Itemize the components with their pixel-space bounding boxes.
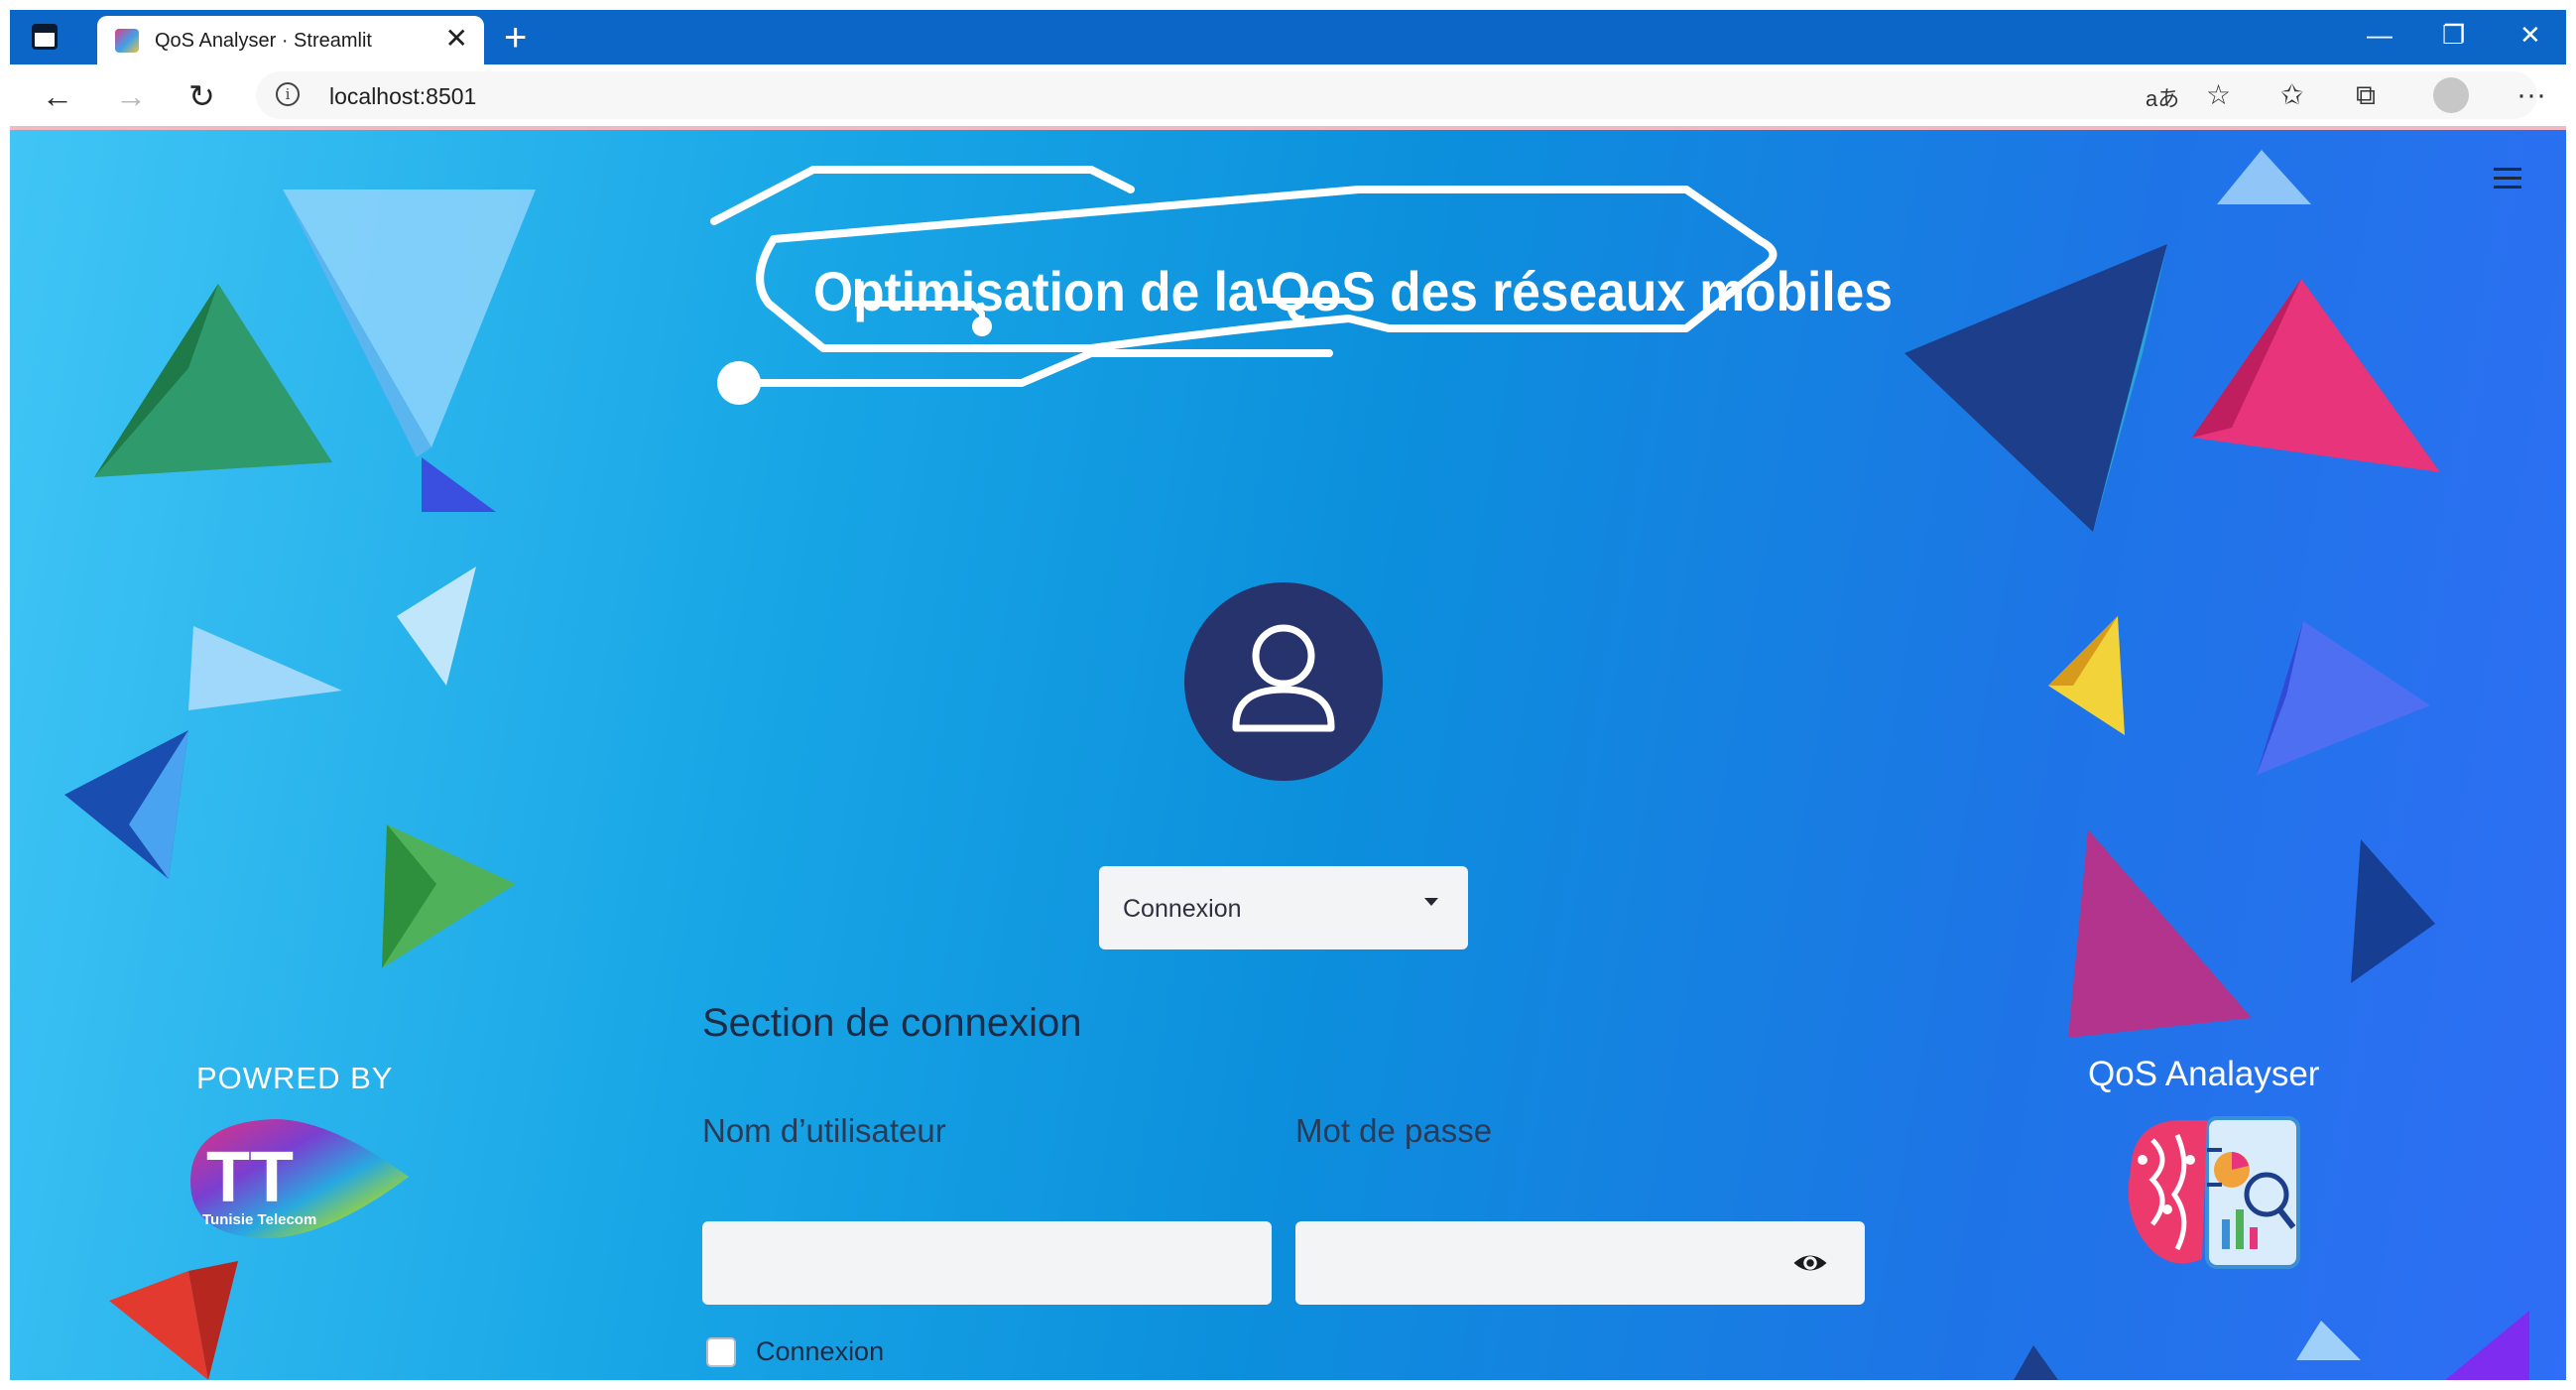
maximize-button[interactable]: ❐ (2442, 20, 2465, 50)
tunisie-telecom-logo: TT Tunisie Telecom (190, 1119, 409, 1238)
minimize-button[interactable]: — (2367, 20, 2392, 50)
app-title: Optimisation de la QoS des réseaux mobil… (813, 260, 1893, 322)
mode-select[interactable]: Connexion (1099, 866, 1468, 949)
site-info-icon[interactable]: i (276, 82, 300, 106)
chevron-down-icon (1424, 898, 1438, 906)
login-checkbox-label[interactable]: Connexion (756, 1336, 884, 1367)
url-text[interactable]: localhost:8501 (329, 83, 476, 110)
back-button[interactable]: ← (42, 78, 73, 114)
more-options-icon[interactable]: ··· (2516, 79, 2546, 111)
streamlit-favicon-icon (115, 29, 139, 53)
collections-icon[interactable]: ⧉ (2356, 79, 2376, 111)
password-label: Mot de passe (1295, 1112, 1493, 1149)
powered-by-label: POWRED BY (196, 1061, 394, 1095)
tab-bar: QoS Analyser · Streamlit ✕ + — ❐ ✕ (10, 10, 2566, 64)
app-name-label: QoS Analayser (2088, 1055, 2320, 1093)
show-password-icon[interactable] (1792, 1245, 1828, 1281)
address-bar[interactable]: i localhost:8501 aあ ☆ ✩ ⧉ ··· (256, 71, 2546, 119)
user-avatar-icon (1184, 582, 1383, 781)
reload-button[interactable]: ↻ (188, 78, 215, 114)
browser-tab[interactable]: QoS Analyser · Streamlit ✕ (97, 16, 484, 64)
section-title: Section de connexion (702, 1001, 1082, 1045)
add-favorite-icon[interactable]: ☆ (2206, 79, 2231, 111)
address-toolbar: ← → ↻ i localhost:8501 aあ ☆ ✩ ⧉ ··· (10, 64, 2566, 130)
profile-avatar-icon[interactable] (2433, 77, 2469, 113)
tab-title: QoS Analyser · Streamlit (155, 30, 372, 52)
login-checkbox[interactable] (706, 1337, 736, 1367)
main-menu-icon[interactable] (2494, 168, 2521, 191)
username-input[interactable] (702, 1221, 1272, 1305)
svg-text:TT: TT (206, 1138, 294, 1217)
mode-select-value: Connexion (1123, 895, 1242, 923)
tab-close-icon[interactable]: ✕ (445, 25, 468, 53)
username-label: Nom d’utilisateur (702, 1112, 946, 1149)
tab-actions-icon[interactable] (32, 24, 58, 50)
streamlit-page: Optimisation de la QoS des réseaux mobil… (10, 130, 2566, 1380)
forward-button[interactable]: → (115, 78, 147, 114)
new-tab-button[interactable]: + (504, 18, 527, 58)
close-window-button[interactable]: ✕ (2519, 20, 2541, 50)
qos-analyser-logo (2128, 1116, 2300, 1269)
browser-window: QoS Analyser · Streamlit ✕ + — ❐ ✕ ← → ↻… (10, 10, 2566, 1380)
read-aloud-icon[interactable]: aあ (2146, 83, 2179, 115)
tunisie-telecom-logo-text: Tunisie Telecom (202, 1211, 316, 1228)
favorites-icon[interactable]: ✩ (2280, 79, 2303, 111)
password-input[interactable] (1295, 1221, 1865, 1305)
